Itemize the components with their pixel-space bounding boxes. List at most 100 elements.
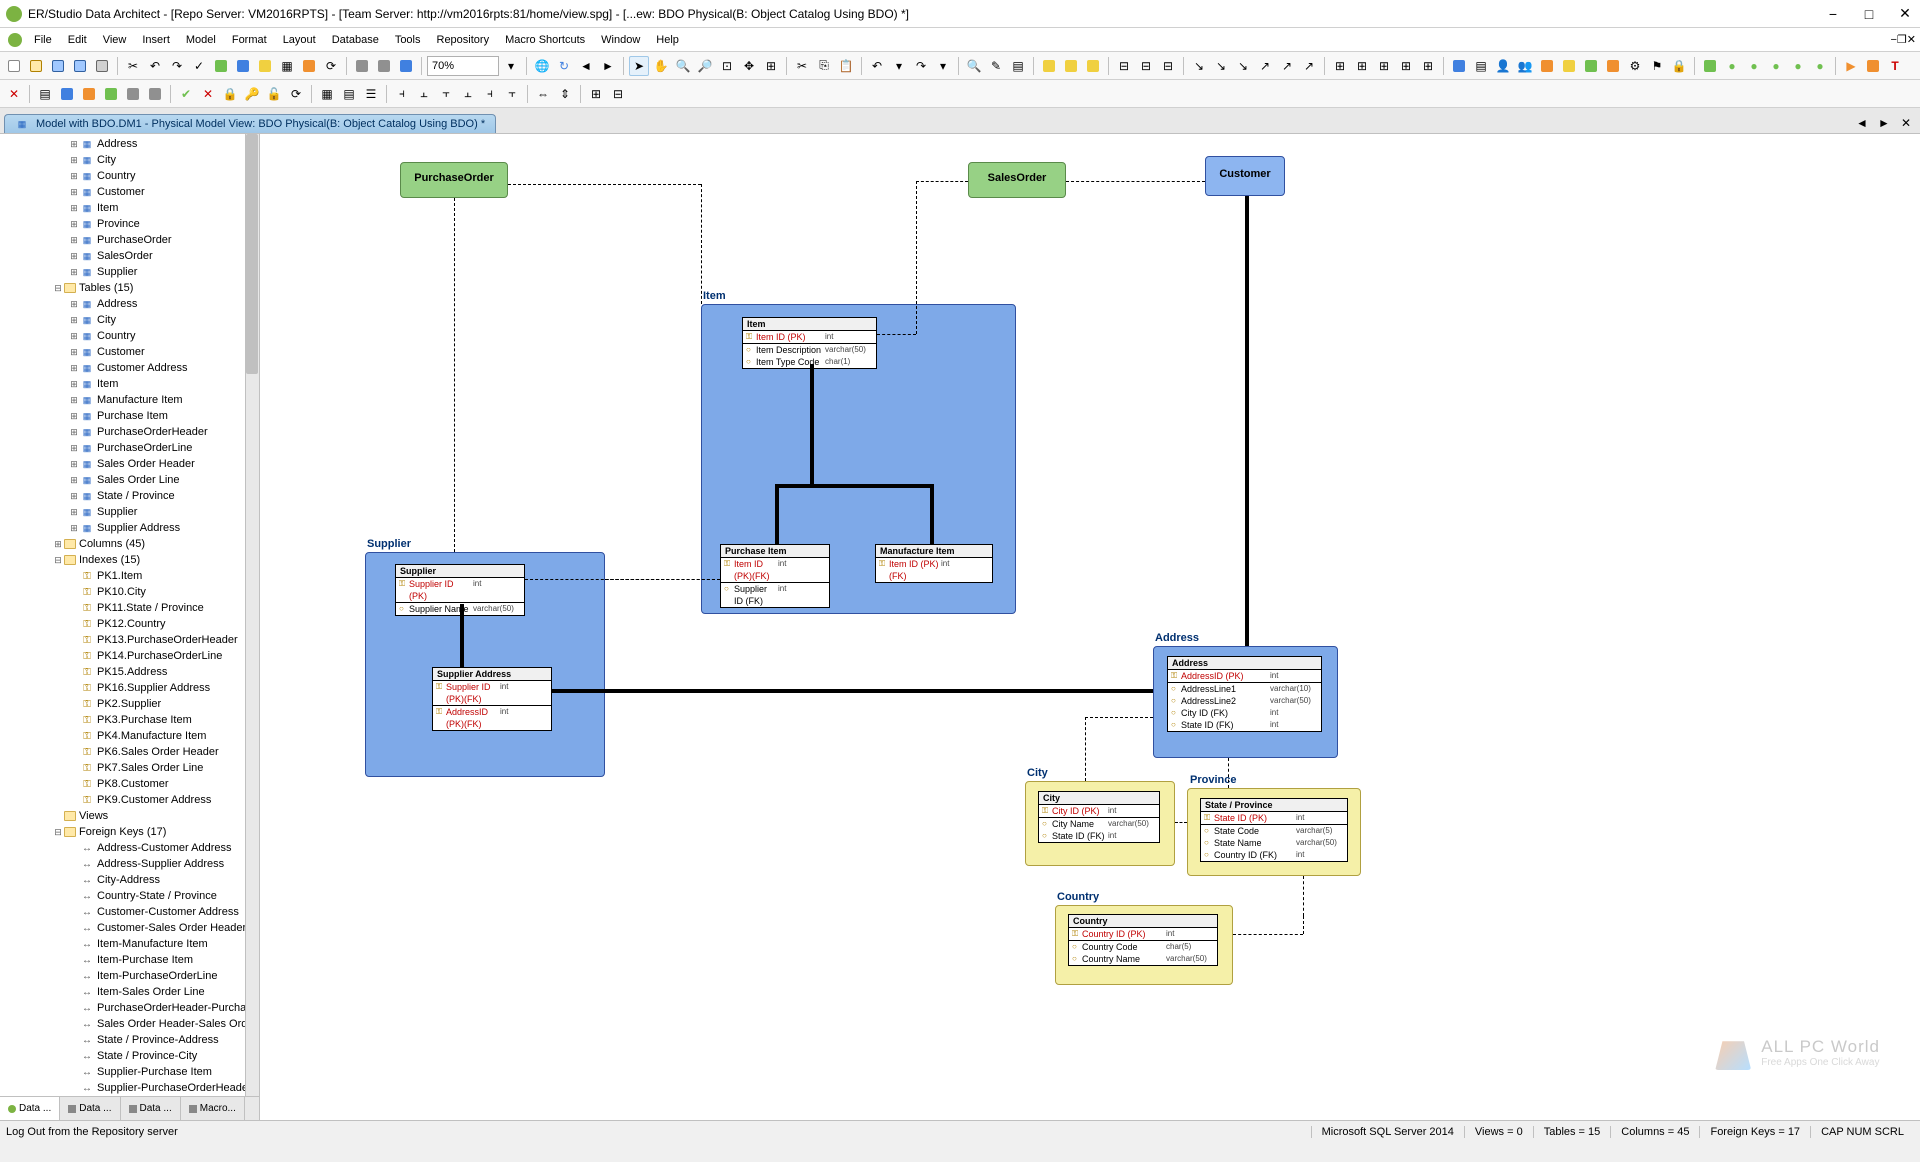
tree-expander-icon[interactable]: ⊟ (52, 827, 64, 838)
tree-node-purchase-item[interactable]: ⊞▦Purchase Item (0, 408, 259, 424)
save-icon[interactable] (48, 56, 68, 76)
table-supplier-address[interactable]: Supplier Address ⚿Supplier ID (PK)(FK)in… (432, 667, 552, 731)
shape-sq-icon[interactable] (1700, 56, 1720, 76)
tree-node-item[interactable]: ⊞▦Item (0, 200, 259, 216)
tree-node-city-address[interactable]: ↔City-Address (0, 872, 259, 888)
dist-h-icon[interactable]: ⇔ (533, 84, 553, 104)
nav-back-icon[interactable]: ◄ (576, 56, 596, 76)
tree-node-state-province-address[interactable]: ↔State / Province-Address (0, 1032, 259, 1048)
tree-node-purchaseorder[interactable]: ⊞▦PurchaseOrder (0, 232, 259, 248)
tree-node-supplier-purchaseorderheade[interactable]: ↔Supplier-PurchaseOrderHeade (0, 1080, 259, 1096)
go-icon[interactable]: ▶ (1841, 56, 1861, 76)
mdi-icon[interactable] (8, 33, 22, 47)
tree-node-country[interactable]: ⊞▦Country (0, 168, 259, 184)
halign-l-icon[interactable]: ⫞ (392, 84, 412, 104)
close-panel-icon[interactable]: ✕ (4, 84, 24, 104)
tree-node-foreign-keys[interactable]: ⊟Foreign Keys (17) (0, 824, 259, 840)
menu-database[interactable]: Database (324, 32, 387, 48)
zoom-dropdown-icon[interactable]: ▾ (501, 56, 521, 76)
menu-view[interactable]: View (95, 32, 135, 48)
shape-c3-icon[interactable]: ● (1766, 56, 1786, 76)
tree-scrollbar[interactable] (245, 134, 259, 1096)
obj3-icon[interactable]: 👤 (1493, 56, 1513, 76)
text-icon[interactable]: T (1885, 56, 1905, 76)
import-icon[interactable] (374, 56, 394, 76)
arr5-icon[interactable]: ⊞ (1418, 56, 1438, 76)
tree-expander-icon[interactable]: ⊞ (68, 347, 80, 358)
ent-gray2-icon[interactable] (145, 84, 165, 104)
tree-node-tables[interactable]: ⊟Tables (15) (0, 280, 259, 296)
tree-node-pk15-address[interactable]: ⚿PK15.Address (0, 664, 259, 680)
rel4-icon[interactable]: ↗ (1255, 56, 1275, 76)
db-icon[interactable] (299, 56, 319, 76)
arr2-icon[interactable]: ⊞ (1352, 56, 1372, 76)
menu-macro-shortcuts[interactable]: Macro Shortcuts (497, 32, 593, 48)
tree-expander-icon[interactable]: ⊞ (68, 251, 80, 262)
tree-node-views[interactable]: Views (0, 808, 259, 824)
ent-blue-icon[interactable] (57, 84, 77, 104)
tree-node-customer-address[interactable]: ⊞▦Customer Address (0, 360, 259, 376)
obj9-icon[interactable]: ⚙ (1625, 56, 1645, 76)
obj1-icon[interactable] (1449, 56, 1469, 76)
tree-node-pk1-item[interactable]: ⚿PK1.Item (0, 568, 259, 584)
lock-icon[interactable]: 🔒 (220, 84, 240, 104)
entity-salesorder[interactable]: SalesOrder (968, 162, 1066, 198)
menu-window[interactable]: Window (593, 32, 648, 48)
align1-icon[interactable]: ⊟ (1114, 56, 1134, 76)
sidebar-tab-data3[interactable]: Data ... (121, 1097, 181, 1120)
document-tab-active[interactable]: ▦ Model with BDO.DM1 - Physical Model Vi… (4, 114, 496, 133)
image-icon[interactable] (396, 56, 416, 76)
maximize-button[interactable]: □ (1860, 5, 1878, 23)
table-country[interactable]: Country ⚿Country ID (PK)int○Country Code… (1068, 914, 1218, 966)
tree-expander-icon[interactable]: ⊞ (68, 395, 80, 406)
rel3-icon[interactable]: ↘ (1233, 56, 1253, 76)
tree-node-pk7-sales-order-line[interactable]: ⚿PK7.Sales Order Line (0, 760, 259, 776)
sidebar-tab-macro[interactable]: Macro... (181, 1097, 245, 1120)
tree-node-pk16-supplier-address[interactable]: ⚿PK16.Supplier Address (0, 680, 259, 696)
arr1-icon[interactable]: ⊞ (1330, 56, 1350, 76)
compare-icon[interactable] (233, 56, 253, 76)
tree-expander-icon[interactable]: ⊞ (68, 331, 80, 342)
obj7-icon[interactable] (1581, 56, 1601, 76)
tree-node-pk10-city[interactable]: ⚿PK10.City (0, 584, 259, 600)
tree-node-pk6-sales-order-header[interactable]: ⚿PK6.Sales Order Header (0, 744, 259, 760)
ent-green-icon[interactable] (101, 84, 121, 104)
align2-icon[interactable]: ⊟ (1136, 56, 1156, 76)
obj10-icon[interactable]: ⚑ (1647, 56, 1667, 76)
nav-fwd-icon[interactable]: ► (598, 56, 618, 76)
ent-gray-icon[interactable] (123, 84, 143, 104)
menu-repository[interactable]: Repository (429, 32, 498, 48)
tree-node-item-manufacture-item[interactable]: ↔Item-Manufacture Item (0, 936, 259, 952)
tree-node-address[interactable]: ⊞▦Address (0, 296, 259, 312)
rel2-icon[interactable]: ↘ (1211, 56, 1231, 76)
rel5-icon[interactable]: ↗ (1277, 56, 1297, 76)
tree-expander-icon[interactable]: ⊞ (68, 171, 80, 182)
tree-node-pk3-purchase-item[interactable]: ⚿PK3.Purchase Item (0, 712, 259, 728)
menu-format[interactable]: Format (224, 32, 275, 48)
halign-r-icon[interactable]: ⫟ (436, 84, 456, 104)
tree-expander-icon[interactable]: ⊞ (68, 299, 80, 310)
tree-node-pk14-purchaseorderline[interactable]: ⚿PK14.PurchaseOrderLine (0, 648, 259, 664)
tree-expander-icon[interactable]: ⊞ (68, 203, 80, 214)
pan-icon[interactable]: ✥ (739, 56, 759, 76)
checkin-icon[interactable]: ✔ (176, 84, 196, 104)
ungroup-icon[interactable]: ⊟ (608, 84, 628, 104)
tree-node-country[interactable]: ⊞▦Country (0, 328, 259, 344)
tab-next-icon[interactable]: ► (1874, 113, 1894, 133)
view2-icon[interactable]: ▤ (339, 84, 359, 104)
export-icon[interactable] (352, 56, 372, 76)
tree-node-city[interactable]: ⊞▦City (0, 312, 259, 328)
shape-c5-icon[interactable]: ● (1810, 56, 1830, 76)
tree-node-state-province[interactable]: ⊞▦State / Province (0, 488, 259, 504)
table-province[interactable]: State / Province ⚿State ID (PK)int○State… (1200, 798, 1348, 862)
layout3-icon[interactable] (1083, 56, 1103, 76)
tab-close-icon[interactable]: ✕ (1896, 113, 1916, 133)
menu-tools[interactable]: Tools (387, 32, 429, 48)
refresh-icon[interactable]: ↻ (554, 56, 574, 76)
tree-expander-icon[interactable]: ⊟ (52, 555, 64, 566)
tree-node-sales-order-header[interactable]: ⊞▦Sales Order Header (0, 456, 259, 472)
tree-node-country-state-province[interactable]: ↔Country-State / Province (0, 888, 259, 904)
view1-icon[interactable]: ▦ (317, 84, 337, 104)
menu-edit[interactable]: Edit (60, 32, 95, 48)
view3-icon[interactable]: ☰ (361, 84, 381, 104)
